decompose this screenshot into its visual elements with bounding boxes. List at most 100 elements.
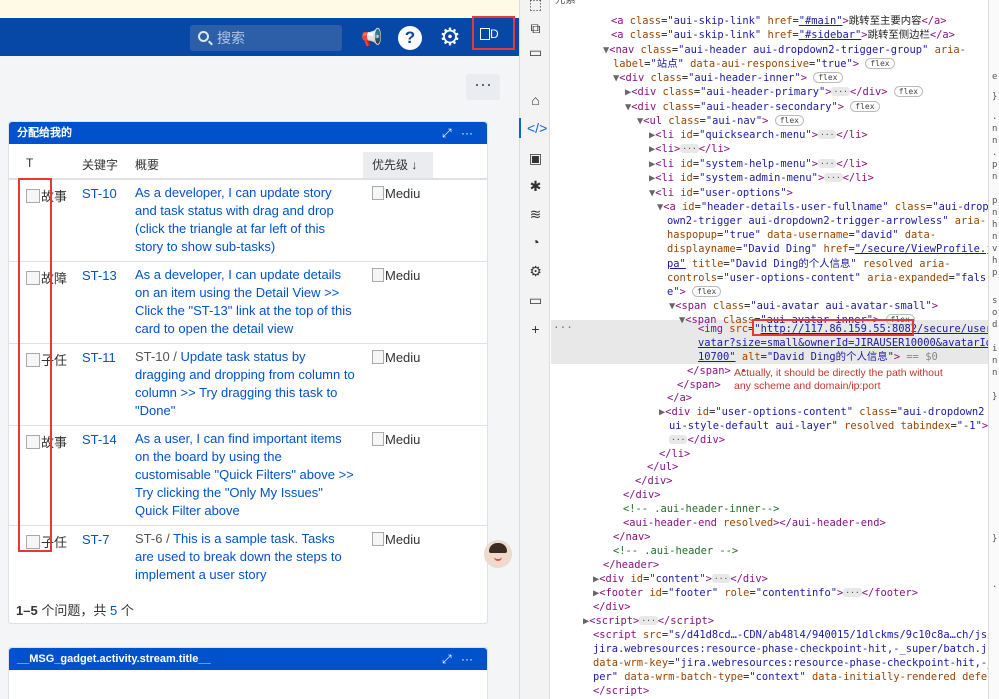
dom-line[interactable]: haspopup="true" data-username="david" da… (667, 228, 936, 243)
node-actions-icon[interactable]: ··· (553, 321, 573, 334)
dom-line[interactable]: </nav> (613, 530, 651, 545)
dom-line[interactable]: jira.webresources:resource-phase-checkpo… (593, 642, 988, 657)
issue-key-link[interactable]: ST-10 (82, 186, 117, 201)
dom-line[interactable]: ▶<li> ··· </li> (649, 142, 730, 157)
dom-line[interactable]: </span> (687, 364, 731, 379)
dom-line[interactable]: <!-- .aui-header --> (613, 544, 738, 559)
dom-line[interactable]: </script> (593, 684, 649, 699)
dom-line[interactable]: data-wrm-key="jira.webresources:resource… (593, 656, 988, 671)
column-priority[interactable]: 优先级 ↓ (372, 156, 417, 173)
dom-line[interactable]: label="站点" data-aui-responsive="true"> f… (613, 57, 895, 72)
window-icon[interactable]: ▭ (527, 44, 544, 61)
issue-summary-link[interactable]: As a developer, I can update story and t… (135, 184, 355, 256)
assigned-to-me-gadget: 分配给我的 ⤢ ··· T 关键字 概要 优先级 ↓ 故事 ST-10 As a… (8, 121, 488, 624)
issue-summary-link[interactable]: As a developer, I can update details on … (135, 266, 355, 338)
dom-line[interactable]: pa" title="David Ding的个人信息" resolved ari… (667, 257, 950, 272)
wifi-icon[interactable]: ≋ (527, 206, 544, 223)
assistant-avatar[interactable] (484, 540, 512, 568)
dom-line[interactable]: ▼<div class="aui-header-secondary"> flex (625, 100, 880, 115)
dom-line[interactable]: ▼<nav class="aui-header aui-dropdown2-tr… (603, 43, 966, 58)
styles-panel-edge: e}. n n. p n p n h n v h p s o d i n n}}. (988, 0, 999, 699)
dom-line[interactable]: ▼<div class="aui-header-inner"> flex (613, 71, 843, 86)
megaphone-icon[interactable]: 📢 (360, 26, 384, 50)
dom-line[interactable]: </div> (635, 474, 673, 489)
issue-summary-link[interactable]: ST-6 / This is a sample task. Tasks are … (135, 530, 355, 584)
issue-priority: Mediu (372, 268, 420, 283)
issue-summary-link[interactable]: ST-10 / Update task status by dragging a… (135, 348, 355, 420)
more-actions-button[interactable]: ··· (466, 74, 500, 100)
issue-summary-link[interactable]: As a user, I can find important items on… (135, 430, 355, 520)
dom-line[interactable]: ··· </div> (669, 433, 725, 448)
issue-key-link[interactable]: ST-14 (82, 432, 117, 447)
gadget-header: __MSG_gadget.activity.stream.title__ ⤢ ·… (9, 648, 487, 670)
dom-line[interactable]: </header> (603, 558, 659, 573)
gear-icon[interactable]: ⚙ (438, 26, 462, 50)
dom-line[interactable]: per" data-wrm-batch-type="context" data-… (593, 670, 988, 685)
active-tab-marker (519, 118, 521, 138)
dom-line[interactable]: controls="user-options-content" aria-exp… (667, 271, 986, 286)
dom-line[interactable]: own2-trigger aui-dropdown2-trigger-arrow… (667, 214, 986, 229)
gadget-menu-icon[interactable]: ··· (461, 122, 473, 144)
user-avatar-highlight[interactable]: D (472, 16, 515, 50)
table-row: 子任 ST-11 ST-10 / Update task status by d… (9, 344, 487, 426)
dom-line[interactable]: </div> (623, 488, 661, 503)
home-icon[interactable]: ⌂ (527, 92, 544, 109)
expand-icon[interactable]: ⤢ (442, 648, 452, 670)
dom-line[interactable]: e"> flex (667, 285, 722, 300)
dom-line[interactable]: ▶<footer id="footer" role="contentinfo">… (593, 586, 918, 601)
dom-line-selected[interactable]: vatar?size=small&ownerId=JIRAUSER10000&a… (698, 336, 988, 351)
elements-icon[interactable]: </> (527, 120, 547, 137)
dom-line[interactable]: ▶<li id="system-help-menu"> ··· </li> (649, 157, 868, 172)
issue-priority: Mediu (372, 186, 420, 201)
devtools-activity-bar: ⬚ ⧉ ▭ ⌂ </> ▣ ✱ ≋ ◔ ⚙ ▭ + (519, 0, 550, 699)
user-avatar-broken-image[interactable]: D (480, 26, 504, 42)
dom-line[interactable]: <script src="s/d41d8cd…-CDN/ab48l4/94001… (593, 628, 988, 643)
dom-line[interactable]: ▶<li id="system-admin-menu"> ··· </li> (649, 171, 874, 186)
dom-line[interactable]: <!-- .aui-header-inner--> (623, 502, 779, 517)
dom-line[interactable]: </a> (667, 391, 692, 406)
table-row: 故事 ST-10 As a developer, I can update st… (9, 180, 487, 262)
search-input[interactable]: 搜索 (190, 25, 342, 51)
dom-line[interactable]: ▼<ul class="aui-nav"> flex (637, 114, 804, 129)
parent-issue-link[interactable]: ST-6 / (135, 531, 170, 546)
dom-line-selected[interactable]: 10700" alt="David Ding的个人信息"> == $0 (698, 350, 938, 365)
application-icon[interactable]: ▭ (527, 292, 544, 309)
column-type[interactable]: T (26, 156, 33, 170)
dom-line[interactable]: ▼<li id="user-options"> (649, 186, 793, 201)
parent-issue-link[interactable]: ST-10 / (135, 349, 177, 364)
dom-line[interactable]: ui-style-default aui-layer" resolved tab… (669, 419, 988, 434)
dom-line[interactable]: ▼<a id="header-details-user-fullname" cl… (657, 200, 988, 215)
dom-line[interactable]: ▼<span class="aui-avatar aui-avatar-smal… (669, 299, 938, 314)
dom-line[interactable]: ▶<li id="quicksearch-menu"> ··· </li> (649, 128, 868, 143)
issue-key-link[interactable]: ST-13 (82, 268, 117, 283)
dom-line[interactable]: ▶<div class="aui-header-primary"> ··· </di… (625, 85, 924, 100)
dom-line[interactable]: <aui-header-end resolved></aui-header-en… (623, 516, 886, 531)
dom-line[interactable]: displayname="David Ding" href="/secure/V… (667, 242, 988, 257)
dom-line[interactable]: <a class="aui-skip-link" href="#sidebar"… (611, 28, 955, 43)
help-icon[interactable]: ? (398, 26, 422, 50)
expand-icon[interactable]: ⤢ (442, 122, 452, 144)
dom-line[interactable]: </div> (593, 600, 631, 615)
dom-line[interactable]: ▶<script> ··· </script> (583, 614, 714, 629)
gadget-header: 分配给我的 ⤢ ··· (9, 122, 487, 144)
column-summary[interactable]: 概要 (135, 156, 159, 173)
broken-image-icon (372, 268, 384, 282)
performance-icon[interactable]: ◔ (527, 234, 544, 251)
dom-line[interactable]: ▶<div id="user-options-content" class="a… (659, 405, 988, 420)
dom-line[interactable]: </ul> (647, 460, 678, 475)
inspect-icon[interactable]: ⬚ (527, 0, 544, 13)
dom-line[interactable]: ▶<div id="content"> ··· </div> (593, 572, 768, 587)
elements-tab-label[interactable]: 元素 (555, 0, 576, 9)
chip-icon[interactable]: ⚙ (527, 263, 544, 280)
notice-strip (0, 0, 519, 18)
gadget-menu-icon[interactable]: ··· (461, 648, 473, 670)
console-icon[interactable]: ▣ (527, 150, 544, 167)
issue-key-link[interactable]: ST-11 (82, 350, 116, 365)
device-icon[interactable]: ⧉ (527, 20, 544, 37)
issue-key-link[interactable]: ST-7 (82, 532, 109, 547)
column-key[interactable]: 关键字 (82, 156, 118, 173)
bug-icon[interactable]: ✱ (527, 178, 544, 195)
table-row: 故事 ST-14 As a user, I can find important… (9, 426, 487, 526)
dom-line[interactable]: <a class="aui-skip-link" href="#main">跳转… (611, 14, 947, 29)
add-tool-icon[interactable]: + (527, 321, 544, 338)
